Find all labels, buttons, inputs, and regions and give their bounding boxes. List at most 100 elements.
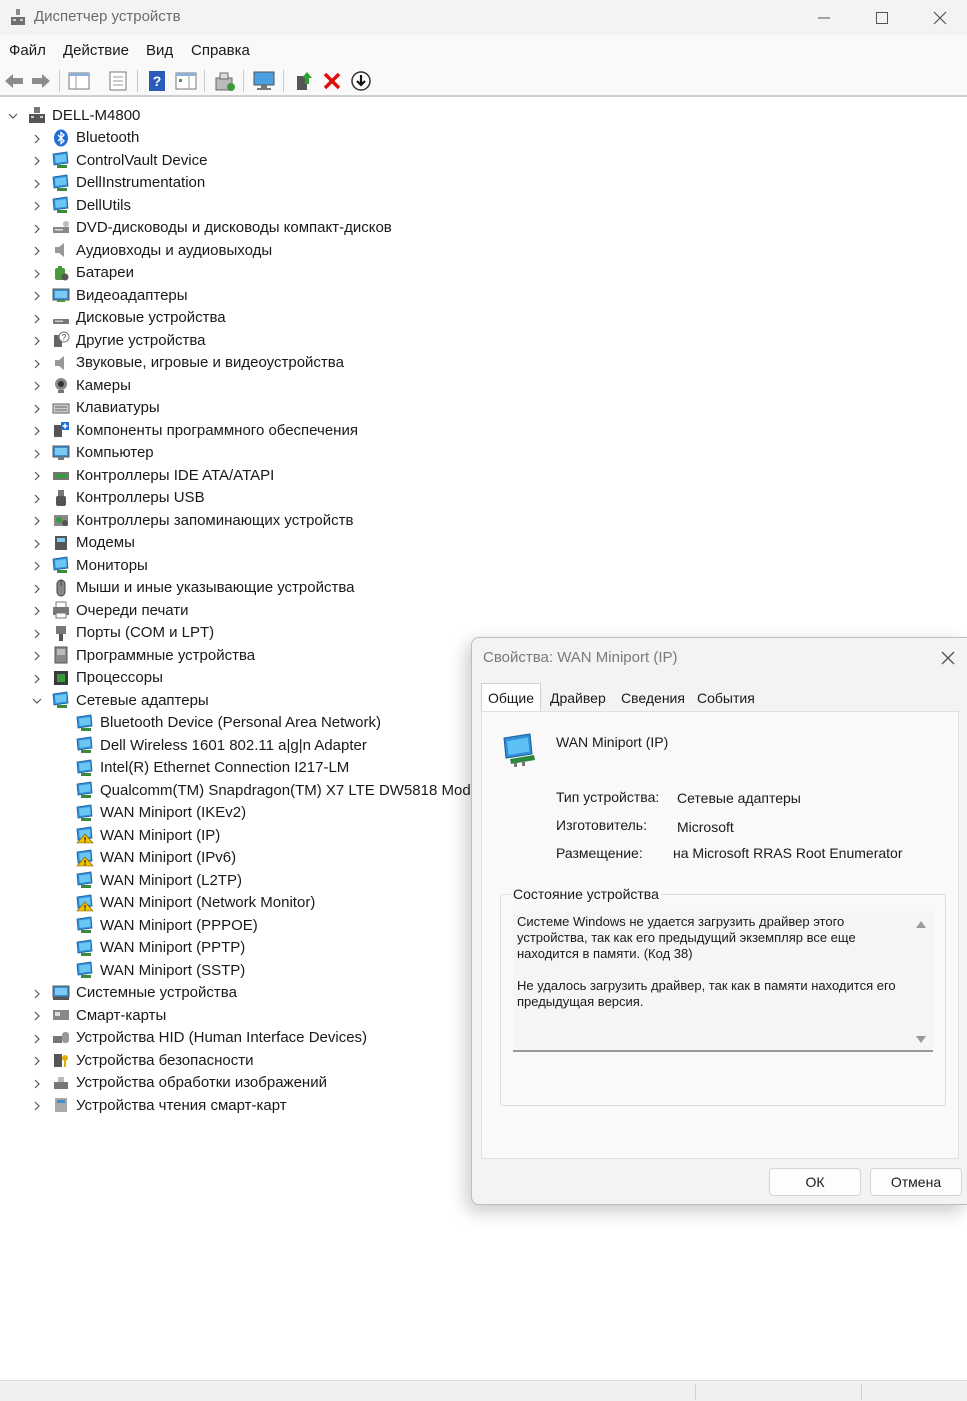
tree-category-node[interactable]: Смарт-карты — [34, 1004, 166, 1026]
expand-chevron-icon[interactable] — [31, 672, 43, 684]
expand-chevron-icon[interactable] — [31, 537, 43, 549]
action-pane-button[interactable] — [174, 69, 198, 93]
expand-chevron-icon[interactable] — [31, 154, 43, 166]
menu-action[interactable]: Действие — [63, 42, 129, 59]
close-button[interactable] — [911, 0, 967, 35]
expand-chevron-icon[interactable] — [31, 357, 43, 369]
tree-device-node[interactable]: WAN Miniport (IPv6) — [76, 847, 236, 869]
tree-category-node[interactable]: Устройства чтения смарт-карт — [34, 1094, 287, 1116]
expand-chevron-icon[interactable] — [31, 334, 43, 346]
tree-category-node[interactable]: Мыши и иные указывающие устройства — [34, 577, 354, 599]
expand-chevron-icon[interactable] — [31, 447, 43, 459]
scroll-down-icon[interactable] — [915, 1035, 927, 1045]
tab-details[interactable]: Сведения — [615, 685, 691, 711]
expand-chevron-icon[interactable] — [31, 379, 43, 391]
expand-chevron-icon[interactable] — [31, 424, 43, 436]
tree-category-node[interactable]: Устройства обработки изображений — [34, 1072, 327, 1094]
tree-category-node[interactable]: DVD-дисководы и дисководы компакт-дисков — [34, 217, 392, 239]
expand-chevron-icon[interactable] — [31, 604, 43, 616]
expand-chevron-icon[interactable] — [31, 267, 43, 279]
add-driver-button[interactable] — [291, 69, 315, 93]
expand-chevron-icon[interactable] — [31, 177, 43, 189]
tree-device-node[interactable]: Intel(R) Ethernet Connection I217-LM — [76, 757, 349, 779]
tree-category-node[interactable]: Звуковые, игровые и видеоустройства — [34, 352, 344, 374]
back-button[interactable] — [2, 69, 26, 93]
cancel-button[interactable]: Отмена — [870, 1168, 962, 1196]
expand-chevron-icon[interactable] — [31, 1054, 43, 1066]
expand-chevron-icon[interactable] — [31, 244, 43, 256]
forward-button[interactable] — [29, 69, 53, 93]
tree-device-node[interactable]: WAN Miniport (SSTP) — [76, 959, 245, 981]
expand-chevron-icon[interactable] — [31, 1032, 43, 1044]
tree-root-node[interactable]: DELL-M4800 — [8, 104, 140, 126]
expand-chevron-icon[interactable] — [31, 199, 43, 211]
scroll-up-icon[interactable] — [915, 919, 927, 929]
tree-category-node[interactable]: Модемы — [34, 532, 135, 554]
tree-device-node[interactable]: WAN Miniport (PPPOE) — [76, 914, 258, 936]
minimize-button[interactable] — [795, 0, 853, 35]
tree-category-node[interactable]: Компьютер — [34, 442, 154, 464]
tree-category-node[interactable]: Камеры — [34, 374, 131, 396]
tree-category-node[interactable]: Процессоры — [34, 667, 163, 689]
device-status-textbox[interactable]: Системе Windows не удается загрузить дра… — [513, 911, 933, 1052]
tree-device-node[interactable]: Dell Wireless 1601 802.11 a|g|n Adapter — [76, 734, 367, 756]
expand-chevron-icon[interactable] — [31, 649, 43, 661]
expand-chevron-icon[interactable] — [31, 582, 43, 594]
tree-category-node[interactable]: Контроллеры запоминающих устройств — [34, 509, 353, 531]
update-driver-button[interactable] — [213, 69, 237, 93]
tree-device-node[interactable]: WAN Miniport (L2TP) — [76, 869, 242, 891]
expand-chevron-icon[interactable] — [31, 987, 43, 999]
expand-chevron-icon[interactable] — [31, 132, 43, 144]
tree-category-node[interactable]: Видеоадаптеры — [34, 284, 188, 306]
expand-chevron-icon[interactable] — [31, 559, 43, 571]
tree-category-node[interactable]: Дисковые устройства — [34, 307, 226, 329]
dialog-close-button[interactable] — [938, 648, 958, 668]
enable-device-button[interactable] — [349, 69, 373, 93]
tree-category-node[interactable]: DellUtils — [34, 194, 131, 216]
tree-category-node[interactable]: ControlVault Device — [34, 149, 207, 171]
expand-chevron-icon[interactable] — [31, 222, 43, 234]
expand-chevron-icon[interactable] — [31, 312, 43, 324]
tree-category-node[interactable]: Контроллеры IDE ATA/ATAPI — [34, 464, 274, 486]
tree-category-node[interactable]: Bluetooth — [34, 127, 139, 149]
tree-category-node[interactable]: ? Другие устройства — [34, 329, 205, 351]
uninstall-device-button[interactable] — [320, 69, 344, 93]
tab-general[interactable]: Общие — [481, 683, 542, 711]
expand-chevron-icon[interactable] — [31, 469, 43, 481]
tree-device-node[interactable]: WAN Miniport (IKEv2) — [76, 802, 246, 824]
tree-category-node[interactable]: Системные устройства — [34, 982, 237, 1004]
expand-chevron-icon[interactable] — [31, 514, 43, 526]
scan-hardware-button[interactable] — [252, 69, 276, 93]
tab-driver[interactable]: Драйвер — [544, 685, 612, 711]
collapse-chevron-icon[interactable] — [7, 109, 19, 121]
properties-button[interactable] — [106, 69, 130, 93]
tree-device-node[interactable]: WAN Miniport (IP) — [76, 824, 220, 846]
maximize-button[interactable] — [853, 0, 911, 35]
expand-chevron-icon[interactable] — [31, 402, 43, 414]
expand-chevron-icon[interactable] — [31, 1077, 43, 1089]
collapse-chevron-icon[interactable] — [31, 694, 43, 706]
expand-chevron-icon[interactable] — [31, 289, 43, 301]
tree-category-node[interactable]: Программные устройства — [34, 644, 255, 666]
tree-category-node[interactable]: Мониторы — [34, 554, 148, 576]
help-button[interactable]: ? — [145, 69, 169, 93]
tree-category-node[interactable]: Сетевые адаптеры — [32, 689, 209, 711]
expand-chevron-icon[interactable] — [31, 1009, 43, 1021]
tree-category-node[interactable]: DellInstrumentation — [34, 172, 205, 194]
tree-category-node[interactable]: Контроллеры USB — [34, 487, 205, 509]
tree-category-node[interactable]: Очереди печати — [34, 599, 189, 621]
tree-device-node[interactable]: Qualcomm(TM) Snapdragon(TM) X7 LTE DW581… — [76, 779, 492, 801]
menu-view[interactable]: Вид — [146, 42, 173, 59]
tree-category-node[interactable]: Компоненты программного обеспечения — [34, 419, 358, 441]
tree-category-node[interactable]: Аудиовходы и аудиовыходы — [34, 239, 272, 261]
tree-category-node[interactable]: Порты (COM и LPT) — [34, 622, 214, 644]
tree-device-node[interactable]: Bluetooth Device (Personal Area Network) — [76, 712, 381, 734]
tree-device-node[interactable]: WAN Miniport (PPTP) — [76, 937, 245, 959]
tree-category-node[interactable]: Устройства безопасности — [34, 1049, 253, 1071]
show-hide-console-tree-button[interactable] — [67, 69, 91, 93]
tab-events[interactable]: События — [691, 685, 761, 711]
tree-category-node[interactable]: Батареи — [34, 262, 134, 284]
tree-device-node[interactable]: WAN Miniport (Network Monitor) — [76, 892, 315, 914]
tree-category-node[interactable]: Устройства HID (Human Interface Devices) — [34, 1027, 367, 1049]
expand-chevron-icon[interactable] — [31, 1099, 43, 1111]
